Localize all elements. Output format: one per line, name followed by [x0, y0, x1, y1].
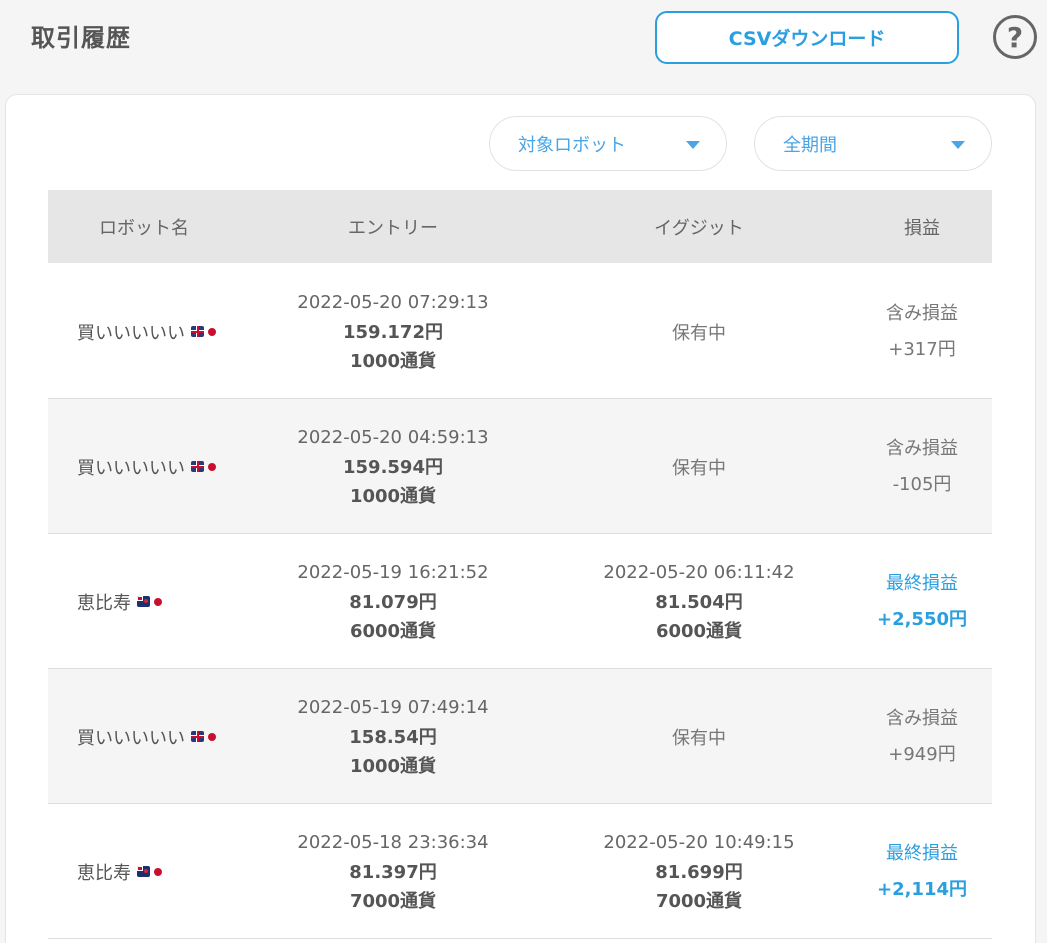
exit-status: 保有中 — [672, 457, 726, 479]
entry-price: 158.54円 — [349, 726, 437, 748]
exit-status: 保有中 — [672, 322, 726, 344]
gb-flag-icon — [191, 461, 204, 472]
exit-cell: 保有中 — [546, 264, 852, 399]
column-header-pl: 損益 — [904, 217, 940, 239]
exit-cell: 保有中 — [546, 669, 852, 804]
pl-value: +2,550円 — [876, 608, 968, 630]
robot-name-cell: 恵比寿 — [48, 804, 240, 939]
exit-price: 81.699円 — [655, 861, 743, 883]
csv-download-button[interactable]: CSVダウンロード — [655, 11, 959, 64]
pl-value: +317円 — [888, 338, 956, 360]
period-filter-label: 全期間 — [783, 134, 837, 156]
currency-pair-flags — [137, 596, 162, 607]
table-header: ロボット名 エントリー イグジット 損益 — [48, 190, 992, 263]
entry-cell: 2022-05-19 16:21:52 81.079円 6000通貨 — [240, 534, 546, 669]
robot-name: 恵比寿 — [77, 592, 131, 614]
exit-qty: 6000通貨 — [655, 620, 743, 642]
currency-pair-flags — [137, 866, 162, 877]
entry-time: 2022-05-19 16:21:52 — [297, 561, 489, 583]
pl-label: 最終損益 — [886, 842, 958, 864]
gb-flag-icon — [191, 731, 204, 742]
exit-cell: 2022-05-20 06:11:42 81.504円 6000通貨 — [546, 534, 852, 669]
jp-flag-icon — [208, 732, 216, 741]
robot-name: 買いいいいい — [77, 457, 185, 479]
exit-status: 保有中 — [672, 727, 726, 749]
pl-cell: 最終損益 +2,114円 — [852, 804, 992, 939]
table-row: 買いいいいい 2022-05-19 07:49:14 158.54円 1000通貨 保有… — [48, 669, 992, 804]
pl-cell: 含み損益 +317円 — [852, 264, 992, 399]
entry-time: 2022-05-18 23:36:34 — [297, 831, 489, 853]
exit-qty: 7000通貨 — [655, 890, 743, 912]
entry-time: 2022-05-20 04:59:13 — [297, 426, 489, 448]
robot-name-cell: 買いいいいい — [48, 399, 240, 534]
exit-cell: 保有中 — [546, 399, 852, 534]
pl-label: 含み損益 — [886, 302, 958, 324]
period-filter-select[interactable]: 全期間 — [754, 116, 992, 171]
help-icon[interactable]: ? — [993, 15, 1037, 59]
jp-flag-icon — [208, 462, 216, 471]
column-header-exit: イグジット — [654, 217, 744, 239]
page-title: 取引履歴 — [31, 24, 131, 52]
entry-price: 81.397円 — [349, 861, 437, 883]
currency-pair-flags — [191, 461, 216, 472]
pl-label: 最終損益 — [886, 572, 958, 594]
entry-qty: 7000通貨 — [349, 890, 437, 912]
pl-value: +949円 — [888, 743, 956, 765]
pl-label: 含み損益 — [886, 707, 958, 729]
column-header-entry: エントリー — [348, 217, 438, 239]
exit-price: 81.504円 — [655, 591, 743, 613]
nz-flag-icon — [137, 596, 150, 607]
robot-name-cell: 買いいいいい — [48, 264, 240, 399]
pl-cell: 含み損益 -105円 — [852, 399, 992, 534]
jp-flag-icon — [208, 327, 216, 336]
currency-pair-flags — [191, 731, 216, 742]
entry-price: 81.079円 — [349, 591, 437, 613]
exit-cell: 2022-05-20 10:49:15 81.699円 7000通貨 — [546, 804, 852, 939]
entry-time: 2022-05-19 07:49:14 — [297, 696, 489, 718]
robot-name-cell: 恵比寿 — [48, 534, 240, 669]
table-row: 恵比寿 2022-05-19 16:21:52 81.079円 6000通貨 2022-… — [48, 534, 992, 669]
robot-filter-select[interactable]: 対象ロボット — [489, 116, 727, 171]
chevron-down-icon — [951, 141, 965, 149]
robot-name-cell: 買いいいいい — [48, 669, 240, 804]
entry-cell: 2022-05-20 04:59:13 159.594円 1000通貨 — [240, 399, 546, 534]
entry-price: 159.172円 — [343, 321, 443, 343]
table-row: 買いいいいい 2022-05-20 04:59:13 159.594円 1000通貨 保… — [48, 399, 992, 534]
entry-cell: 2022-05-19 07:49:14 158.54円 1000通貨 — [240, 669, 546, 804]
entry-time: 2022-05-20 07:29:13 — [297, 291, 489, 313]
entry-qty: 1000通貨 — [349, 350, 437, 372]
pl-value: -105円 — [892, 473, 952, 495]
chevron-down-icon — [686, 141, 700, 149]
currency-pair-flags — [191, 326, 216, 337]
table-row: 恵比寿 2022-05-18 23:36:34 81.397円 7000通貨 2022-… — [48, 804, 992, 939]
pl-cell: 最終損益 +2,550円 — [852, 534, 992, 669]
pl-cell: 含み損益 +949円 — [852, 669, 992, 804]
nz-flag-icon — [137, 866, 150, 877]
robot-filter-label: 対象ロボット — [518, 134, 626, 156]
jp-flag-icon — [154, 597, 162, 606]
entry-cell: 2022-05-18 23:36:34 81.397円 7000通貨 — [240, 804, 546, 939]
exit-time: 2022-05-20 06:11:42 — [603, 561, 795, 583]
column-header-robot: ロボット名 — [99, 217, 189, 239]
entry-qty: 6000通貨 — [349, 620, 437, 642]
pl-value: +2,114円 — [876, 878, 968, 900]
robot-name: 買いいいいい — [77, 727, 185, 749]
robot-name: 買いいいいい — [77, 322, 185, 344]
table-row: 買いいいいい 2022-05-20 07:29:13 159.172円 1000通貨 保… — [48, 264, 992, 399]
entry-price: 159.594円 — [343, 456, 443, 478]
entry-qty: 1000通貨 — [349, 485, 437, 507]
jp-flag-icon — [154, 867, 162, 876]
exit-time: 2022-05-20 10:49:15 — [603, 831, 795, 853]
entry-qty: 1000通貨 — [349, 755, 437, 777]
gb-flag-icon — [191, 326, 204, 337]
entry-cell: 2022-05-20 07:29:13 159.172円 1000通貨 — [240, 264, 546, 399]
pl-label: 含み損益 — [886, 437, 958, 459]
robot-name: 恵比寿 — [77, 862, 131, 884]
